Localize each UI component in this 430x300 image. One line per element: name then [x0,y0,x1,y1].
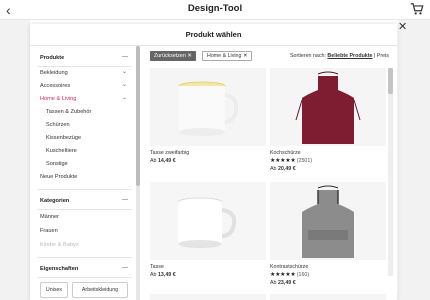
divider [38,189,132,190]
sidebar-item-label: Home & Living [40,96,77,102]
price-value: 14,49 € [157,158,176,164]
price-value: 23,49 € [277,280,296,286]
sidebar-item-kinder: Kinder & Babys [40,242,79,248]
modal-title: Produkt wählen [30,24,397,46]
sidebar-item-frauen[interactable]: Frauen [40,228,58,234]
sort-suffix: | Preis [373,53,389,59]
sort-value[interactable]: Beliebte Produkte [327,53,372,59]
price-prefix: Ab [270,280,277,286]
filter-chip-label: Home & Living [207,53,242,59]
sort-prefix: Sortieren nach: [290,53,326,59]
rating-stars: ★★★★★ (2501) [270,157,312,164]
price-prefix: Ab [150,158,157,164]
filter-sidebar: Produkte — Bekleidung ⌄ Accessoires ⌄ Ho… [30,46,136,300]
categories-heading: Kategorien [40,198,70,204]
contrast-apron-image [302,185,354,258]
products-collapse-icon[interactable]: — [122,54,128,60]
sidebar-item-bekleidung[interactable]: Bekleidung ⌄ [40,69,130,76]
product-image[interactable] [150,68,266,146]
price-prefix: Ab [150,272,157,278]
sort-control[interactable]: Sortieren nach: Beliebte Produkte | Prei… [290,53,389,59]
reset-filters-button[interactable]: Zurücksetzen ✕ [150,51,196,61]
cart-icon[interactable] [410,2,424,16]
sidebar-item-neue-produkte[interactable]: Neue Produkte [40,174,77,180]
sidebar-item-sonstige[interactable]: Sonstige [46,161,68,167]
divider [38,209,132,210]
price-value: 13,49 € [157,272,176,278]
sidebar-item-kissenbezuege[interactable]: Kissenbezüge [46,135,81,141]
grid-scrollbar-thumb[interactable] [388,68,393,94]
properties-heading: Eigenschaften [40,266,79,272]
products-heading: Produkte [40,55,65,61]
sidebar-item-schuerzen[interactable]: Schürzen [46,122,70,128]
chevron-down-icon: ⌄ [122,82,128,88]
divider [38,277,132,278]
grid-scrollbar[interactable] [388,68,393,276]
product-title[interactable]: Tasse zweifarbig [150,150,189,156]
product-price: Ab 20,49 € [270,166,296,172]
reset-label: Zurücksetzen [154,53,186,59]
star-icon: ★★★★★ [270,272,296,278]
apron-image [295,71,361,144]
chevron-up-icon: ⌃ [122,98,128,104]
product-price: Ab 14,49 € [150,158,176,164]
two-tone-mug-image [178,81,239,136]
product-picker-modal: Produkt wählen Produkte — Bekleidung ⌄ A… [30,24,397,300]
close-icon: ✕ [187,53,192,59]
properties-collapse-icon[interactable]: — [122,265,128,271]
active-filter-chip[interactable]: Home & Living ✕ [202,51,253,61]
review-count: (160) [296,272,310,278]
sidebar-item-label: Bekleidung [40,70,68,76]
star-icon: ★★★★★ [270,158,296,164]
sidebar-item-tassen[interactable]: Tassen & Zubehör [46,109,91,115]
divider [38,257,132,258]
product-title[interactable]: Kochschürze [270,150,301,156]
app-header: ‹ Design-Tool [0,0,430,20]
close-icon: ✕ [242,53,248,59]
sidebar-item-kuscheltiere[interactable]: Kuscheltiere [46,148,77,154]
sidebar-item-home-living[interactable]: Home & Living ⌃ [40,96,130,104]
product-price: Ab 23,49 € [270,280,296,286]
review-count: (2501) [296,158,313,164]
chevron-down-icon: ⌄ [122,69,128,75]
background-toolbar-right [398,20,430,300]
unisex-filter-button[interactable]: Unisex [40,282,68,298]
price-value: 20,49 € [277,166,296,172]
product-image[interactable] [150,182,266,260]
categories-collapse-icon[interactable]: — [122,197,128,203]
product-image[interactable] [270,182,386,260]
sidebar-scrollbar-thumb[interactable] [136,46,140,186]
product-image[interactable] [270,68,386,146]
product-title[interactable]: Tasse [150,264,164,270]
background-toolbar-left [0,20,30,300]
price-prefix: Ab [270,166,277,172]
workwear-filter-button[interactable]: Arbeitskleidung [72,282,128,298]
product-image[interactable] [150,294,266,300]
sidebar-scrollbar[interactable] [136,46,140,300]
product-title[interactable]: Kontrastschürze [270,264,308,270]
sidebar-item-maenner[interactable]: Männer [40,214,59,220]
app-title: Design-Tool [187,3,243,14]
product-image[interactable] [270,294,386,300]
sidebar-item-label: Accessoires [40,83,71,89]
close-icon[interactable]: ✕ [398,22,407,33]
product-price: Ab 13,49 € [150,272,176,278]
white-mug-image [150,182,266,260]
rating-stars: ★★★★★ (160) [270,271,309,278]
divider [38,66,132,67]
sidebar-item-accessoires[interactable]: Accessoires ⌄ [40,82,130,89]
product-grid: Zurücksetzen ✕ Home & Living ✕ Sortieren… [142,46,397,300]
